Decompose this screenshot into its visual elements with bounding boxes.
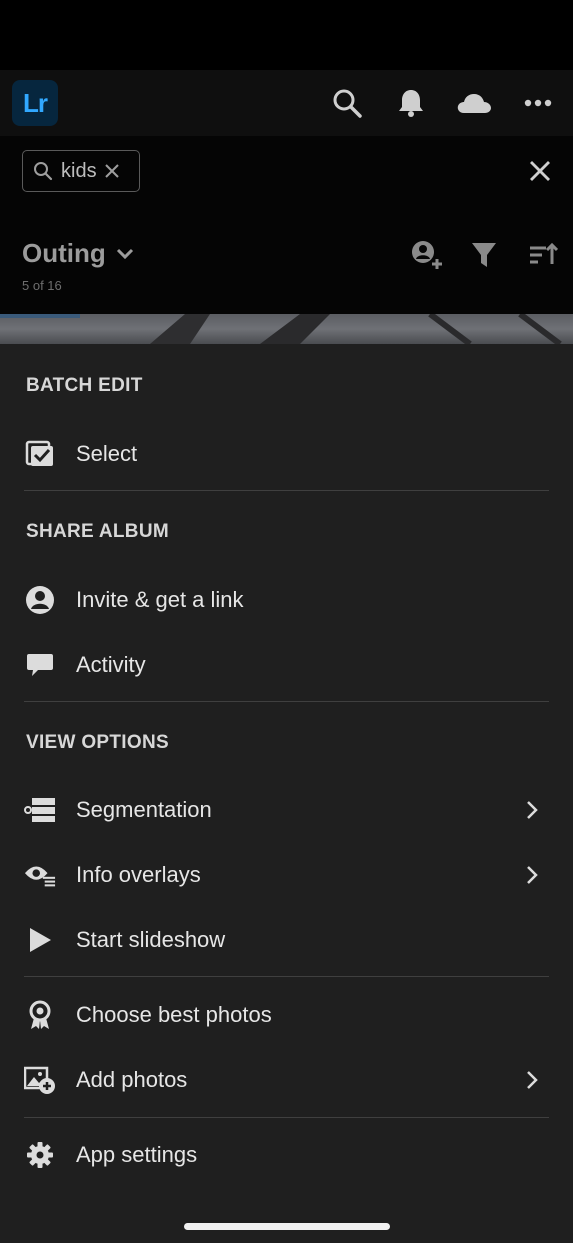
filter-icon[interactable] — [467, 238, 501, 272]
album-options-sheet: BATCH EDIT Select SHARE ALBUM Invite & g… — [0, 344, 573, 1243]
menu-label: Choose best photos — [76, 1002, 272, 1027]
menu-item-add-photos[interactable]: Add photos — [0, 1054, 573, 1106]
album-title: Outing — [22, 238, 106, 268]
menu-item-start-slideshow[interactable]: Start slideshow — [0, 914, 573, 966]
divider — [24, 1117, 549, 1118]
menu-item-app-settings[interactable]: App settings — [0, 1129, 573, 1181]
app-logo-text: Lr — [23, 87, 48, 118]
sort-icon[interactable] — [526, 238, 560, 272]
section-header-view-options: VIEW OPTIONS — [26, 732, 169, 753]
add-photo-icon — [24, 1066, 56, 1094]
divider — [24, 976, 549, 977]
menu-label: Invite & get a link — [76, 587, 244, 612]
app-header: Lr — [0, 70, 573, 136]
menu-item-segmentation[interactable]: Segmentation — [0, 784, 573, 836]
chevron-right-icon — [527, 801, 538, 819]
divider — [24, 490, 549, 491]
divider — [24, 701, 549, 702]
play-icon — [24, 926, 56, 954]
clear-chip-icon[interactable] — [104, 164, 119, 178]
menu-label: Segmentation — [76, 797, 212, 822]
checkbox-multi-icon — [24, 440, 56, 468]
menu-item-choose-best-photos[interactable]: Choose best photos — [0, 989, 573, 1041]
menu-item-invite-link[interactable]: Invite & get a link — [0, 574, 573, 626]
chevron-right-icon — [527, 1071, 538, 1089]
app-logo[interactable]: Lr — [12, 80, 58, 126]
home-indicator[interactable] — [184, 1223, 390, 1230]
album-count: 5 of 16 — [22, 278, 62, 293]
section-header-batch-edit: BATCH EDIT — [26, 375, 143, 396]
search-icon[interactable] — [330, 86, 364, 120]
chevron-right-icon — [527, 866, 538, 884]
menu-label: Add photos — [76, 1067, 188, 1092]
menu-label: Info overlays — [76, 862, 201, 887]
chevron-down-icon — [116, 248, 133, 259]
status-bar — [0, 0, 573, 70]
gear-icon — [24, 1141, 56, 1169]
cloud-icon[interactable] — [454, 86, 494, 120]
menu-label: Start slideshow — [76, 927, 226, 952]
comment-icon — [24, 651, 56, 679]
bell-icon[interactable] — [394, 86, 428, 120]
menu-item-info-overlays[interactable]: Info overlays — [0, 849, 573, 901]
menu-label: Activity — [76, 652, 146, 677]
add-person-icon[interactable] — [408, 238, 442, 272]
segmentation-icon — [24, 796, 56, 824]
close-icon[interactable] — [527, 158, 553, 184]
photo-grid-peek — [0, 314, 573, 344]
person-icon — [24, 586, 56, 614]
menu-item-select[interactable]: Select — [0, 428, 573, 480]
more-icon[interactable] — [521, 86, 555, 120]
award-icon — [24, 1000, 56, 1029]
menu-label: Select — [76, 441, 138, 466]
search-chip-text: kids — [61, 159, 97, 182]
section-header-share-album: SHARE ALBUM — [26, 521, 169, 542]
album-header: Outing 5 of 16 — [0, 208, 573, 314]
search-filter-bar: kids — [0, 136, 573, 208]
eye-list-icon — [24, 861, 56, 889]
album-title-dropdown[interactable]: Outing — [22, 238, 134, 269]
search-icon — [34, 162, 53, 181]
search-chip[interactable]: kids — [22, 150, 140, 192]
menu-item-activity[interactable]: Activity — [0, 639, 573, 691]
menu-label: App settings — [76, 1142, 198, 1167]
